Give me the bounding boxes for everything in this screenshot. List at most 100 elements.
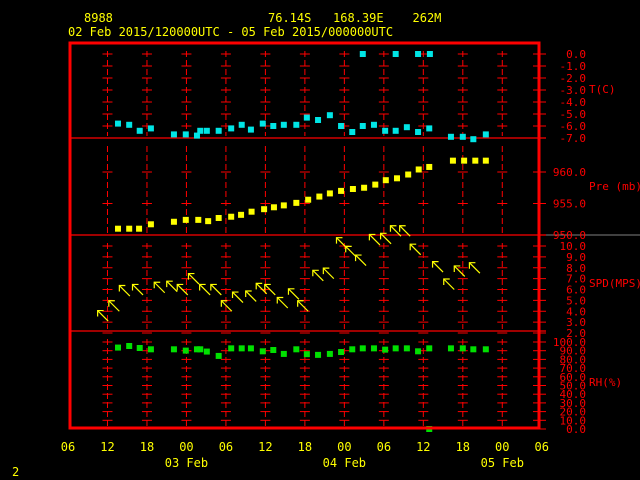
wind-arrow-shaft	[108, 300, 120, 312]
relative_humidity-point	[338, 349, 345, 356]
relative_humidity-point	[147, 346, 154, 353]
temperature-point	[182, 131, 189, 138]
pressure-point	[316, 193, 323, 200]
temperature-point	[259, 120, 266, 127]
x-tick-label: 12	[416, 440, 430, 454]
wind-arrow	[322, 267, 335, 280]
relative_humidity-point	[215, 352, 222, 359]
pressure-point	[182, 216, 189, 223]
pressure-point	[195, 216, 202, 223]
temperature-point	[392, 51, 399, 57]
relative_humidity-point	[126, 343, 133, 350]
wind-arrow	[443, 278, 455, 290]
pressure-point	[170, 218, 177, 225]
wind-arrow-shaft	[153, 281, 166, 294]
wind-arrow	[210, 283, 222, 296]
y-tick-label: 960.0	[553, 166, 586, 179]
x-tick-label: 12	[100, 440, 114, 454]
y-axis-label: RH(%)	[589, 376, 622, 389]
temperature-point	[338, 123, 345, 129]
temperature-point	[147, 125, 154, 132]
pressure-point	[461, 157, 468, 164]
wind-arrow	[312, 269, 324, 282]
pressure-point	[472, 157, 479, 164]
relative_humidity-point	[403, 345, 410, 352]
y-axis-label: Pre (mb)	[589, 180, 640, 193]
pressure-point	[205, 218, 212, 225]
wind-arrow-shaft	[97, 310, 109, 322]
relative_humidity-point	[247, 345, 254, 352]
y-tick-label: 0.0	[566, 423, 586, 436]
pressure-point	[405, 171, 412, 178]
relative_humidity-point	[203, 348, 210, 355]
data-marks	[97, 51, 489, 432]
wind-arrow	[166, 280, 178, 293]
wind-arrow	[231, 291, 244, 303]
relative_humidity-point	[238, 345, 245, 352]
x-tick-label: 00	[337, 440, 351, 454]
wind-arrow	[368, 233, 381, 246]
pressure-point	[426, 163, 433, 170]
wind-arrow	[199, 283, 211, 296]
x-tick-label: 06	[219, 440, 233, 454]
x-tick-label: 06	[535, 440, 549, 454]
pressure-point	[147, 221, 154, 228]
relative_humidity-point	[482, 346, 489, 353]
wind-arrow-shaft	[276, 297, 289, 309]
pressure-point	[338, 187, 345, 194]
relative_humidity-point	[447, 345, 454, 352]
temperature-point	[370, 121, 377, 128]
temperature-point	[392, 127, 399, 134]
relative_humidity-point	[392, 345, 399, 352]
wind-arrow-shaft	[297, 300, 309, 312]
relative_humidity-point	[315, 351, 322, 358]
temperature-point	[359, 51, 366, 57]
pressure-point	[215, 214, 222, 221]
relative_humidity-point	[280, 350, 287, 357]
wind-arrow	[108, 300, 120, 312]
wind-arrow	[118, 284, 131, 297]
wind-arrow-shaft	[312, 269, 324, 282]
wind-arrow	[97, 309, 109, 322]
date-label: 05 Feb	[481, 456, 524, 470]
temperature-point	[403, 124, 410, 131]
pressure-point	[482, 157, 489, 164]
temperature-point	[215, 127, 222, 134]
temperature-point	[303, 114, 310, 121]
wind-arrow	[245, 290, 257, 302]
meteogram-plot: 8988 76.14S 168.39E 262M 02 Feb 2015/120…	[12, 11, 640, 479]
temperature-point	[447, 133, 454, 140]
relative_humidity-point	[415, 348, 422, 355]
wind-arrow-shaft	[245, 290, 257, 302]
temperature-point	[326, 112, 333, 119]
wind-arrow-shaft	[220, 300, 233, 312]
pressure-point	[136, 225, 143, 232]
relative_humidity-point	[228, 345, 235, 352]
wind-arrow-shaft	[166, 280, 178, 293]
y-tick-label: -7.0	[560, 132, 587, 145]
relative_humidity-point	[197, 346, 204, 353]
temperature-point	[359, 123, 366, 129]
pressure-point	[305, 196, 312, 203]
relative_humidity-point	[349, 346, 356, 353]
wind-arrow-shaft	[232, 291, 244, 303]
temperature-point	[280, 121, 287, 128]
wind-arrow	[345, 245, 357, 258]
pressure-point	[238, 211, 245, 218]
temperature-point	[203, 127, 210, 134]
pressure-point	[361, 184, 368, 191]
relative_humidity-point	[270, 347, 277, 354]
wind-arrow	[131, 283, 144, 296]
x-tick-label: 18	[456, 440, 470, 454]
x-tick-label: 06	[61, 440, 75, 454]
pressure-point	[270, 204, 277, 211]
date-label: 04 Feb	[323, 456, 366, 470]
pressure-point	[261, 206, 268, 213]
temperature-point	[228, 125, 235, 132]
pressure-point	[394, 175, 400, 182]
relative_humidity-point	[293, 346, 300, 353]
pressure-point	[248, 208, 255, 215]
temperature-point	[426, 51, 433, 57]
relative_humidity-point	[303, 351, 310, 358]
relative_humidity-point	[115, 344, 122, 351]
